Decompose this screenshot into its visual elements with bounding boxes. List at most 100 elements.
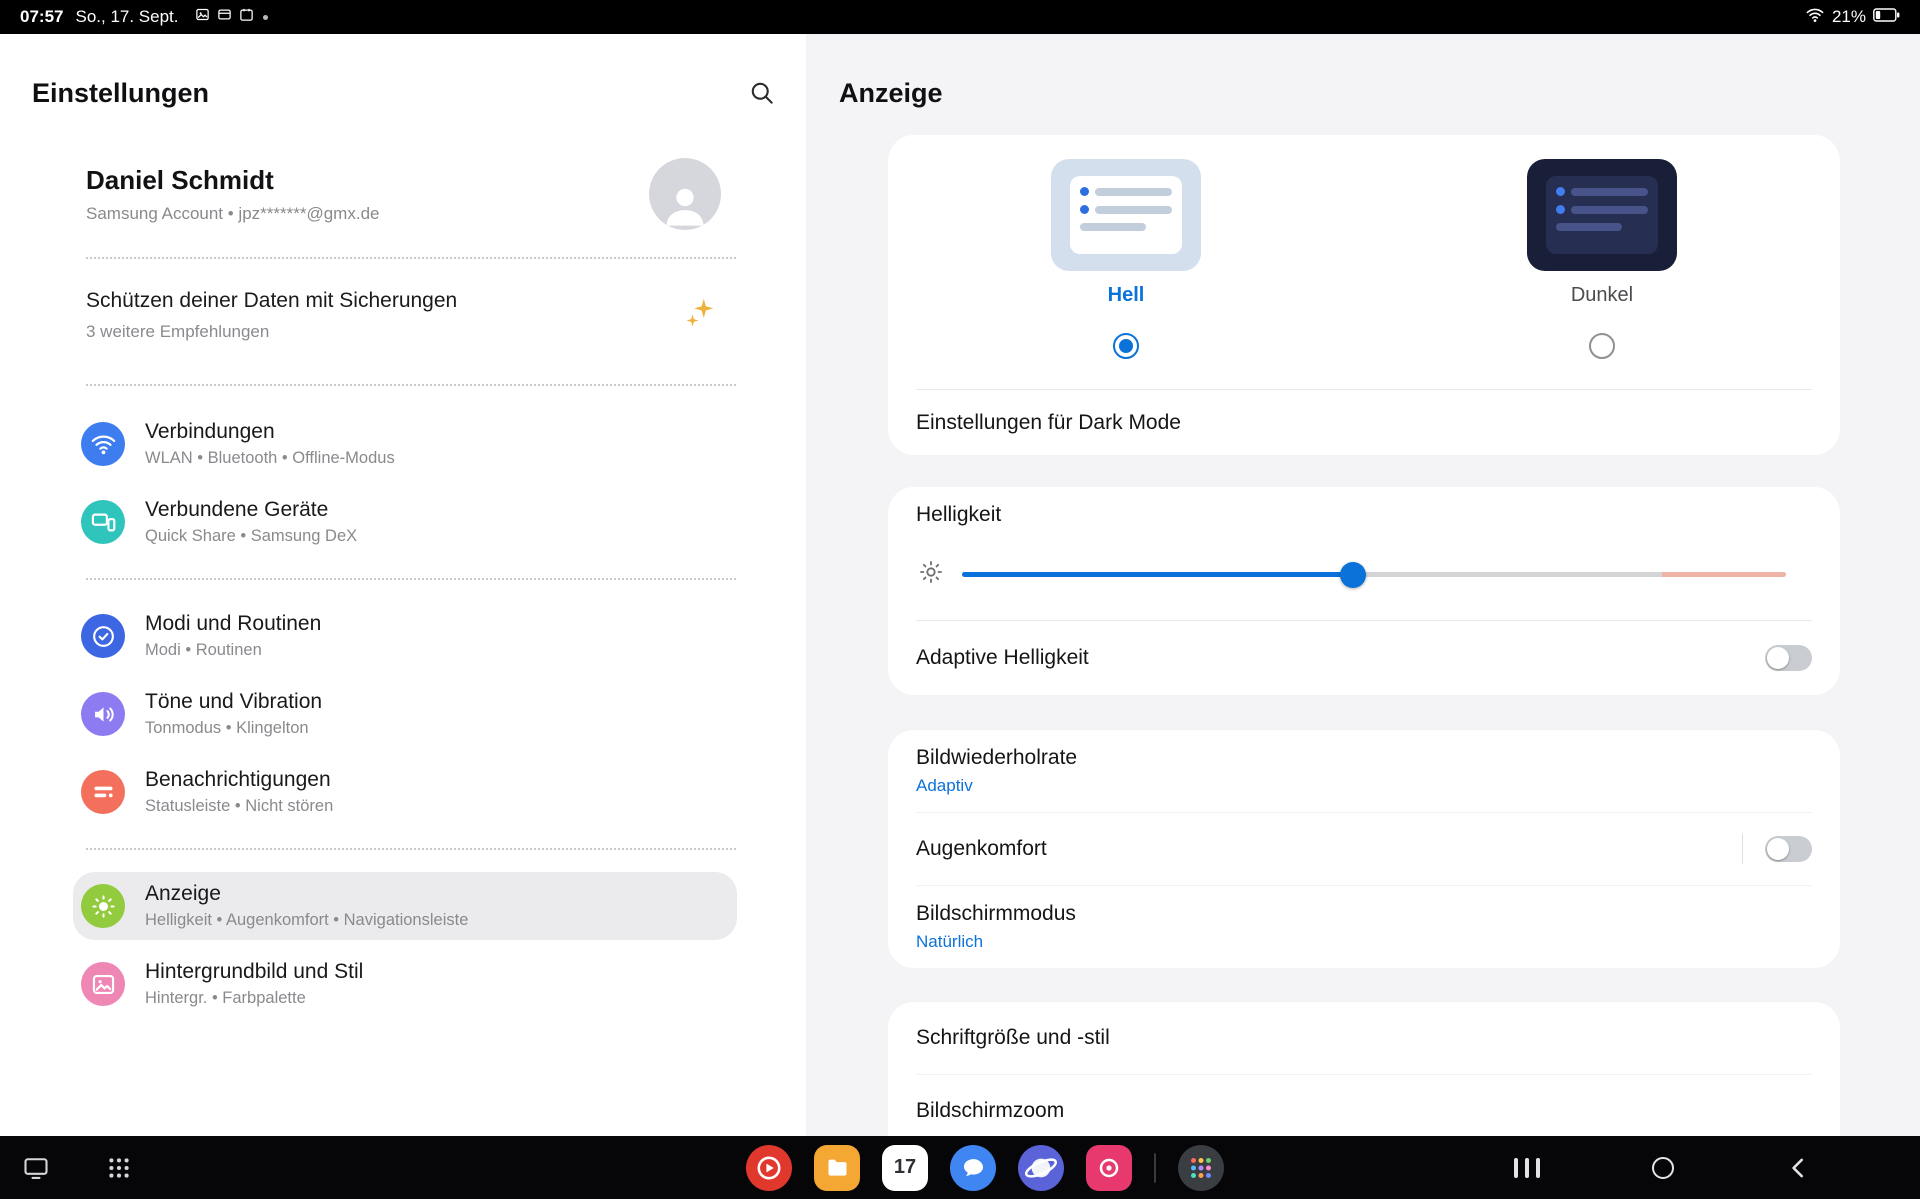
adaptive-brightness-label: Adaptive Helligkeit — [916, 646, 1089, 670]
brightness-slider[interactable] — [962, 562, 1786, 588]
sound-icon — [81, 692, 125, 736]
messages-app-icon[interactable] — [950, 1145, 996, 1191]
brightness-label: Helligkeit — [888, 487, 1840, 527]
account-subtitle: Samsung Account • jpz*******@gmx.de — [86, 204, 379, 224]
divider — [1742, 834, 1744, 864]
camera-app-icon[interactable] — [1086, 1145, 1132, 1191]
screen-mode-value: Natürlich — [916, 932, 1812, 952]
sidebar-item-toene-und-vibration[interactable]: Töne und Vibration Tonmodus • Klingelton — [73, 680, 737, 748]
adaptive-brightness-toggle[interactable] — [1765, 645, 1812, 671]
app-grid-icon[interactable] — [106, 1153, 132, 1183]
item-label: Anzeige — [145, 882, 221, 905]
back-button[interactable] — [1786, 1153, 1812, 1183]
sidebar-item-hintergrundbild-und-stil[interactable]: Hintergrundbild und StilHintergr. • Farb… — [73, 950, 737, 1018]
sidebar-item-anzeige[interactable]: AnzeigeHelligkeit • Augenkomfort • Navig… — [73, 872, 737, 940]
samsung-account-row[interactable]: Daniel Schmidt Samsung Account • jpz****… — [86, 158, 721, 230]
item-subtitle: Modi • Routinen — [145, 641, 321, 660]
brightness-warm-zone — [1662, 572, 1786, 577]
divider — [86, 578, 736, 580]
divider — [86, 384, 736, 386]
more-notifications-dot — [263, 15, 268, 20]
media-app-icon[interactable] — [746, 1145, 792, 1191]
sidebar-item-modi-und-routinen[interactable]: Modi und Routinen Modi • Routinen — [73, 602, 737, 670]
item-label: Benachrichtigungen — [145, 768, 331, 791]
refresh-rate-label: Bildwiederholrate — [916, 746, 1812, 770]
settings-list: VerbindungenWLAN • Bluetooth • Offline-M… — [0, 410, 806, 1018]
notifications-icon — [81, 770, 125, 814]
calendar-app-icon[interactable]: 17 — [882, 1145, 928, 1191]
eye-comfort-row[interactable]: Augenkomfort — [888, 813, 1840, 885]
screen-settings-card: Bildwiederholrate Adaptiv Augenkomfort B… — [888, 730, 1840, 968]
gallery-notification-icon — [195, 7, 210, 27]
sidebar-item-verbundene-geraete[interactable]: Verbundene Geräte Quick Share • Samsung D… — [73, 488, 737, 556]
suggestion-title: Schützen deiner Daten mit Sicherungen — [86, 289, 457, 313]
font-size-row[interactable]: Schriftgröße und -stil — [888, 1002, 1840, 1074]
sidebar-item-benachrichtigungen[interactable]: Benachrichtigungen Statusleiste • Nicht s… — [73, 758, 737, 826]
light-theme-preview[interactable] — [1051, 159, 1201, 271]
modes-icon — [81, 614, 125, 658]
suggestion-subtitle: 3 weitere Empfehlungen — [86, 322, 457, 342]
font-size-label: Schriftgröße und -stil — [916, 1026, 1110, 1050]
dark-mode-settings-row[interactable]: Einstellungen für Dark Mode — [888, 390, 1840, 455]
home-icon — [1652, 1157, 1674, 1179]
dark-theme-label: Dunkel — [1571, 284, 1633, 307]
calendar-day-label: 17 — [894, 1156, 916, 1179]
item-subtitle: Quick Share • Samsung DeX — [145, 527, 357, 546]
settings-nav-panel: Einstellungen Daniel Schmidt Samsung Acc… — [0, 34, 806, 1136]
settings-window: Einstellungen Daniel Schmidt Samsung Acc… — [0, 34, 1920, 1136]
dark-mode-settings-label: Einstellungen für Dark Mode — [916, 411, 1181, 435]
text-settings-card: Schriftgröße und -stil Bildschirmzoom — [888, 1002, 1840, 1136]
brightness-fill — [962, 572, 1353, 577]
screen-zoom-label: Bildschirmzoom — [916, 1099, 1064, 1123]
refresh-rate-value: Adaptiv — [916, 776, 1812, 796]
calendar-notification-icon — [239, 7, 254, 27]
search-icon — [748, 79, 776, 112]
wallpaper-icon — [81, 962, 125, 1006]
wifi-status-icon — [1805, 7, 1825, 28]
screen-zoom-row[interactable]: Bildschirmzoom — [888, 1075, 1840, 1136]
divider — [86, 848, 736, 850]
display-icon — [81, 884, 125, 928]
sparkle-icon — [682, 295, 718, 336]
search-button[interactable] — [745, 78, 779, 112]
recents-button[interactable] — [1514, 1153, 1540, 1183]
internet-app-icon[interactable] — [1018, 1145, 1064, 1191]
home-button[interactable] — [1652, 1153, 1674, 1183]
page-title: Einstellungen — [32, 78, 209, 109]
devices-icon — [81, 500, 125, 544]
item-label: Verbundene Geräte — [145, 498, 328, 521]
card-notification-icon — [217, 7, 232, 27]
item-subtitle: Tonmodus • Klingelton — [145, 719, 322, 738]
account-name: Daniel Schmidt — [86, 165, 379, 196]
date-label: So., 17. Sept. — [75, 7, 178, 27]
refresh-rate-row[interactable]: Bildwiederholrate Adaptiv — [888, 730, 1840, 812]
brightness-card: Helligkeit Adaptive Helligkeit — [888, 487, 1840, 695]
detail-title: Anzeige — [839, 34, 1920, 112]
theme-card: Hell Dunkel Einstel — [888, 135, 1840, 455]
light-theme-radio[interactable] — [1113, 333, 1139, 359]
files-app-icon[interactable] — [814, 1145, 860, 1191]
taskbar: 17 — [0, 1136, 1920, 1199]
light-theme-label: Hell — [1108, 284, 1145, 307]
item-subtitle: Hintergr. • Farbpalette — [145, 989, 363, 1008]
screen-mode-row[interactable]: Bildschirmmodus Natürlich — [888, 886, 1840, 968]
anzeige-detail-panel: Anzeige Hell — [806, 34, 1920, 1136]
eye-comfort-toggle[interactable] — [1765, 836, 1812, 862]
wifi-icon — [81, 422, 125, 466]
item-label: Töne und Vibration — [145, 690, 322, 713]
sidebar-item-verbindungen[interactable]: VerbindungenWLAN • Bluetooth • Offline-M… — [73, 410, 737, 478]
item-label: Modi und Routinen — [145, 612, 321, 635]
dark-theme-preview[interactable] — [1527, 159, 1677, 271]
brightness-slider-handle[interactable] — [1340, 562, 1366, 588]
adaptive-brightness-row[interactable]: Adaptive Helligkeit — [888, 621, 1840, 695]
avatar — [649, 158, 721, 230]
status-bar: 07:57 So., 17. Sept. 21% — [0, 0, 1920, 34]
dark-theme-radio[interactable] — [1589, 333, 1615, 359]
taskbar-device-icon[interactable] — [22, 1153, 50, 1183]
screen-mode-label: Bildschirmmodus — [916, 902, 1812, 926]
brightness-sun-icon — [918, 559, 944, 590]
app-drawer-icon[interactable] — [1178, 1145, 1224, 1191]
suggestion-row[interactable]: Schützen deiner Daten mit Sicherungen 3 … — [86, 289, 718, 342]
item-subtitle: Statusleiste • Nicht stören — [145, 797, 333, 816]
item-subtitle: WLAN • Bluetooth • Offline-Modus — [145, 449, 395, 468]
